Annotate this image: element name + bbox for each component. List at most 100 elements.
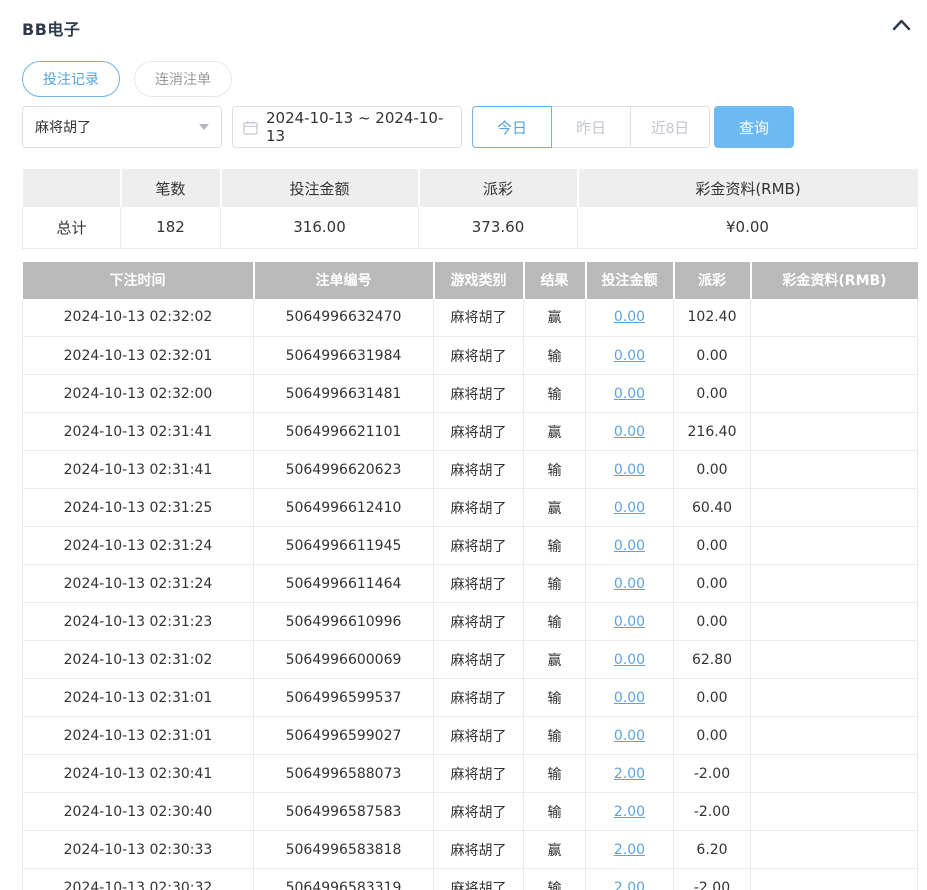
bet-amount-cell: 0.00 <box>585 564 674 603</box>
order-id-cell: 5064996587583 <box>253 792 434 831</box>
summary-total-count: 182 <box>120 207 221 249</box>
payout-cell: 0.00 <box>673 374 751 413</box>
order-id-cell: 5064996583818 <box>253 830 434 869</box>
table-row: 2024-10-13 02:31:41 5064996621101 麻将胡了 赢… <box>22 412 918 451</box>
game-type-cell: 麻将胡了 <box>433 412 524 451</box>
bet-amount-cell: 0.00 <box>585 678 674 717</box>
bet-amount-link[interactable]: 0.00 <box>614 614 645 630</box>
bet-amount-link[interactable]: 0.00 <box>614 386 645 402</box>
tab-bar: 投注记录 连消注单 <box>22 61 917 97</box>
bonus-cell <box>750 564 918 603</box>
bet-amount-link[interactable]: 2.00 <box>614 842 645 858</box>
bet-amount-link[interactable]: 0.00 <box>614 728 645 744</box>
game-type-select[interactable]: 麻将胡了 <box>22 106 222 148</box>
payout-cell: 0.00 <box>673 678 751 717</box>
header-bonus: 彩金资料(RMB) <box>750 261 918 299</box>
bonus-cell <box>750 792 918 831</box>
bet-table-header-row: 下注时间 注单编号 游戏类别 结果 投注金额 派彩 彩金资料(RMB) <box>22 261 918 299</box>
quick-date-button-group: 今日 昨日 近8日 <box>472 106 710 148</box>
bonus-cell <box>750 450 918 489</box>
bet-amount-link[interactable]: 2.00 <box>614 766 645 782</box>
game-type-cell: 麻将胡了 <box>433 602 524 641</box>
bet-amount-link[interactable]: 0.00 <box>614 538 645 554</box>
payout-cell: 62.80 <box>673 640 751 679</box>
table-row: 2024-10-13 02:31:24 5064996611945 麻将胡了 输… <box>22 526 918 565</box>
summary-header-bonus: 彩金资料(RMB) <box>577 169 918 207</box>
table-row: 2024-10-13 02:31:01 5064996599537 麻将胡了 输… <box>22 678 918 717</box>
filter-bar: 麻将胡了 2024-10-13 ~ 2024-10-13 今日 昨日 近8日 查… <box>22 106 917 148</box>
order-id-cell: 5064996621101 <box>253 412 434 451</box>
bet-records-table: 下注时间 注单编号 游戏类别 结果 投注金额 派彩 彩金资料(RMB) 2024… <box>22 261 918 890</box>
query-button[interactable]: 查询 <box>714 106 794 148</box>
last-8-days-button[interactable]: 近8日 <box>630 106 710 148</box>
payout-cell: -2.00 <box>673 754 751 793</box>
bet-amount-link[interactable]: 0.00 <box>614 652 645 668</box>
bet-amount-link[interactable]: 0.00 <box>614 576 645 592</box>
order-id-cell: 5064996620623 <box>253 450 434 489</box>
bet-amount-link[interactable]: 0.00 <box>614 500 645 516</box>
order-id-cell: 5064996632470 <box>253 298 434 337</box>
game-type-cell: 麻将胡了 <box>433 678 524 717</box>
summary-header-bet: 投注金额 <box>220 169 420 207</box>
order-id-cell: 5064996611464 <box>253 564 434 603</box>
date-range-input[interactable]: 2024-10-13 ~ 2024-10-13 <box>232 106 462 148</box>
bonus-cell <box>750 602 918 641</box>
bet-amount-link[interactable]: 0.00 <box>614 309 645 325</box>
payout-cell: -2.00 <box>673 868 751 890</box>
result-cell: 输 <box>523 526 586 565</box>
result-cell: 赢 <box>523 830 586 869</box>
bet-amount-link[interactable]: 0.00 <box>614 690 645 706</box>
game-type-cell: 麻将胡了 <box>433 450 524 489</box>
bonus-cell <box>750 640 918 679</box>
payout-cell: -2.00 <box>673 792 751 831</box>
bet-records-panel: BB电子 投注记录 连消注单 麻将胡了 2024-10-13 ~ 2024-10… <box>0 0 927 890</box>
bet-amount-link[interactable]: 2.00 <box>614 804 645 820</box>
bet-amount-cell: 0.00 <box>585 374 674 413</box>
header-bet-amount: 投注金额 <box>585 261 675 299</box>
bet-amount-cell: 2.00 <box>585 792 674 831</box>
game-type-cell: 麻将胡了 <box>433 488 524 527</box>
order-id-cell: 5064996610996 <box>253 602 434 641</box>
calendar-icon <box>243 120 258 135</box>
table-row: 2024-10-13 02:31:41 5064996620623 麻将胡了 输… <box>22 450 918 489</box>
table-row: 2024-10-13 02:31:25 5064996612410 麻将胡了 赢… <box>22 488 918 527</box>
order-id-cell: 5064996631984 <box>253 336 434 375</box>
yesterday-button[interactable]: 昨日 <box>551 106 631 148</box>
summary-total-row: 总计 182 316.00 373.60 ¥0.00 <box>22 207 918 249</box>
payout-cell: 102.40 <box>673 298 751 337</box>
bet-amount-cell: 0.00 <box>585 716 674 755</box>
table-row: 2024-10-13 02:31:01 5064996599027 麻将胡了 输… <box>22 716 918 755</box>
order-id-cell: 5064996583319 <box>253 868 434 890</box>
order-id-cell: 5064996599027 <box>253 716 434 755</box>
table-row: 2024-10-13 02:30:40 5064996587583 麻将胡了 输… <box>22 792 918 831</box>
chevron-down-icon <box>199 124 209 130</box>
bonus-cell <box>750 488 918 527</box>
today-button[interactable]: 今日 <box>472 106 552 148</box>
chevron-up-icon[interactable] <box>892 18 911 34</box>
tab-bet-records[interactable]: 投注记录 <box>22 61 120 97</box>
game-type-cell: 麻将胡了 <box>433 830 524 869</box>
tab-cancelled-orders[interactable]: 连消注单 <box>134 61 232 97</box>
date-range-value: 2024-10-13 ~ 2024-10-13 <box>266 109 444 145</box>
bet-time-cell: 2024-10-13 02:32:02 <box>22 298 254 337</box>
bet-amount-link[interactable]: 0.00 <box>614 348 645 364</box>
result-cell: 输 <box>523 792 586 831</box>
summary-header-row: 笔数 投注金额 派彩 彩金资料(RMB) <box>22 169 918 207</box>
bet-amount-link[interactable]: 0.00 <box>614 424 645 440</box>
header-result: 结果 <box>523 261 587 299</box>
bet-amount-link[interactable]: 0.00 <box>614 462 645 478</box>
bonus-cell <box>750 716 918 755</box>
bonus-cell <box>750 754 918 793</box>
bet-amount-cell: 0.00 <box>585 488 674 527</box>
bet-time-cell: 2024-10-13 02:31:02 <box>22 640 254 679</box>
table-row: 2024-10-13 02:32:02 5064996632470 麻将胡了 赢… <box>22 298 918 337</box>
bet-amount-cell: 2.00 <box>585 830 674 869</box>
game-type-cell: 麻将胡了 <box>433 716 524 755</box>
bonus-cell <box>750 336 918 375</box>
bet-amount-cell: 0.00 <box>585 526 674 565</box>
summary-total-payout: 373.60 <box>418 207 578 249</box>
game-type-cell: 麻将胡了 <box>433 298 524 337</box>
bet-amount-link[interactable]: 2.00 <box>614 880 645 890</box>
result-cell: 赢 <box>523 488 586 527</box>
page-title: BB电子 <box>22 20 81 39</box>
